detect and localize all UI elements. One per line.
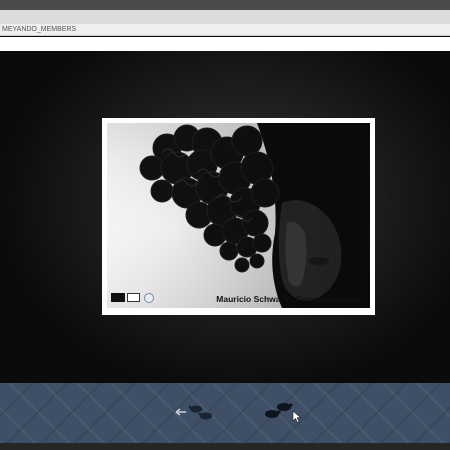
publisher-logo	[111, 293, 125, 302]
photo: Mauricio Schwarz - Consecuencias	[107, 123, 370, 308]
page-header-strip	[0, 37, 450, 51]
footprints-right-icon	[265, 403, 302, 423]
address-bar[interactable]: MEYANDO_MEMBERS	[0, 24, 450, 36]
portrait-image	[107, 123, 370, 308]
address-text: MEYANDO_MEMBERS	[2, 26, 77, 33]
browser-toolbar	[0, 10, 450, 24]
seal-logo	[144, 293, 154, 303]
bottom-border	[0, 443, 450, 450]
sponsor-logo	[127, 293, 140, 302]
next-button[interactable]	[260, 399, 306, 425]
photo-caption: Mauricio Schwarz - Consecuencias	[216, 294, 358, 304]
previous-button[interactable]	[174, 401, 216, 423]
photo-frame: Mauricio Schwarz - Consecuencias	[102, 118, 375, 315]
window-title-bar	[0, 0, 450, 10]
footprints-left-icon	[175, 405, 212, 420]
navigation-bar	[0, 383, 450, 443]
